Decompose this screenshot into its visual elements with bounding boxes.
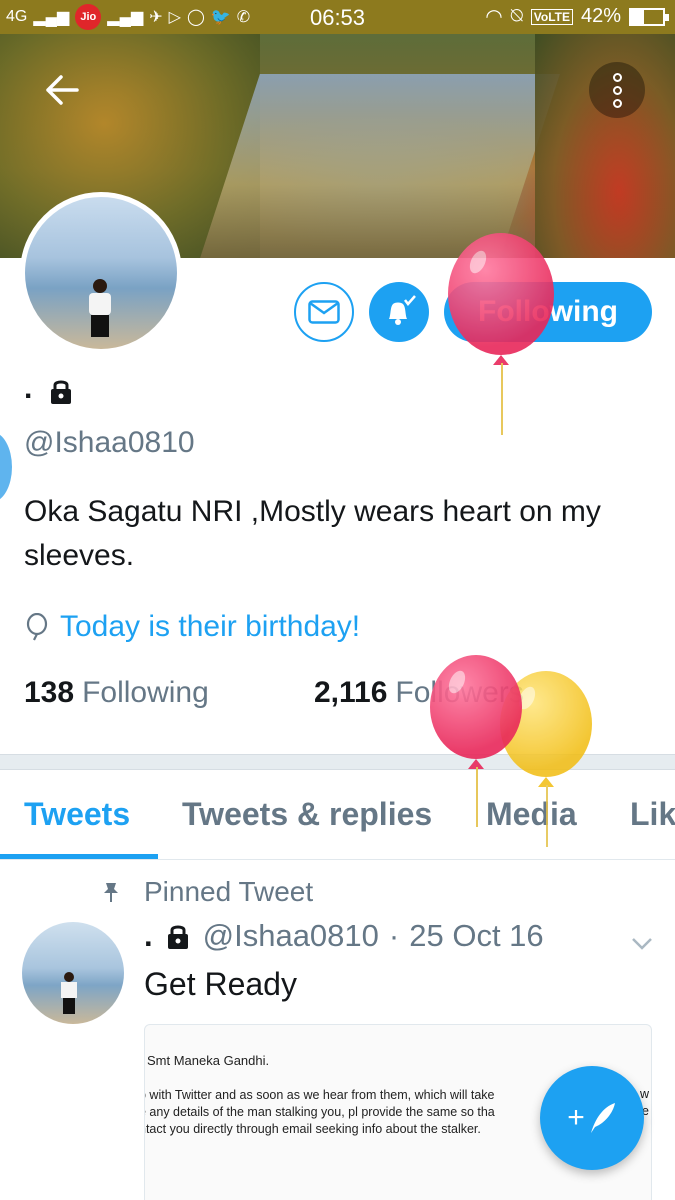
profile-tabs: Tweets Tweets & replies Media Lik [0, 770, 675, 860]
following-count[interactable]: 138 Following [24, 676, 209, 710]
status-bar: 4G ▂▄▆ Jio ▂▄▆ ✈ ▷ ◯ 🐦 ✆ 06:53 ◠ ⍉ VoLTE… [0, 0, 675, 34]
back-button[interactable] [38, 66, 86, 114]
lock-icon [167, 925, 188, 949]
compose-tweet-button[interactable]: + [540, 1066, 644, 1170]
active-tab-indicator [0, 854, 158, 859]
headset-icon: ◠ [485, 6, 503, 28]
mute-icon: ⍉ [510, 5, 523, 27]
pin-icon [104, 883, 118, 902]
compose-feather-icon [590, 1103, 615, 1133]
tweet-date: 25 Oct 16 [409, 918, 544, 953]
media-text-line: p with Twitter and as soon as we hear fr… [144, 1088, 495, 1102]
tweet-options-chevron-icon[interactable] [631, 926, 653, 958]
media-text-line: Smt Maneka Gandhi. [147, 1053, 270, 1068]
tab-tweets[interactable]: Tweets [24, 796, 130, 833]
profile-avatar[interactable] [20, 192, 182, 354]
back-arrow-icon [46, 75, 79, 105]
tweet-handle: @Ishaa0810 [202, 918, 379, 953]
media-text-line: ntact you directly through email seeking… [144, 1122, 481, 1136]
envelope-icon [308, 300, 340, 324]
battery-icon [629, 7, 669, 26]
volte-badge: VoLTE [530, 8, 573, 25]
tweet-avatar[interactable] [22, 922, 124, 1024]
birthday-row: Today is their birthday! [24, 610, 360, 644]
media-text-edge: w [639, 1087, 649, 1101]
tweet-display-name: . [144, 918, 153, 953]
tweet-header: . @Ishaa0810 · 25 Oct 16 [144, 918, 544, 954]
balloon-decoration-pink [448, 233, 554, 435]
tab-tweets-replies[interactable]: Tweets & replies [182, 796, 432, 833]
follow-counts: 138 Following 2,116 Followers [24, 676, 524, 710]
profile-name-row: . [24, 372, 76, 406]
message-button[interactable] [294, 282, 354, 342]
profile-handle: @Ishaa0810 [24, 426, 195, 459]
media-text-line: e any details of the man stalking you, p… [144, 1105, 495, 1119]
status-right-icons: ◠ ⍉ VoLTE 42% [485, 4, 669, 29]
profile-bio: Oka Sagatu NRI ,Mostly wears heart on my… [24, 495, 601, 572]
side-indicator [0, 432, 12, 502]
bell-check-icon [389, 295, 416, 325]
balloon-decoration-pink-2 [430, 655, 522, 827]
battery-percent: 42% [580, 5, 621, 27]
tweet-text: Get Ready [144, 966, 297, 1002]
birthday-text: Today is their birthday! [60, 610, 361, 643]
pinned-label-row: Pinned Tweet [102, 876, 313, 908]
tab-likes[interactable]: Lik [630, 796, 675, 833]
tab-media[interactable]: Media [486, 796, 577, 833]
more-options-button[interactable] [589, 62, 645, 118]
display-name: . [24, 372, 33, 405]
pinned-tweet-label: Pinned Tweet [144, 876, 314, 907]
notifications-button[interactable] [369, 282, 429, 342]
tweet-separator: · [388, 918, 400, 953]
balloon-icon [26, 613, 48, 641]
lock-icon [51, 380, 72, 404]
